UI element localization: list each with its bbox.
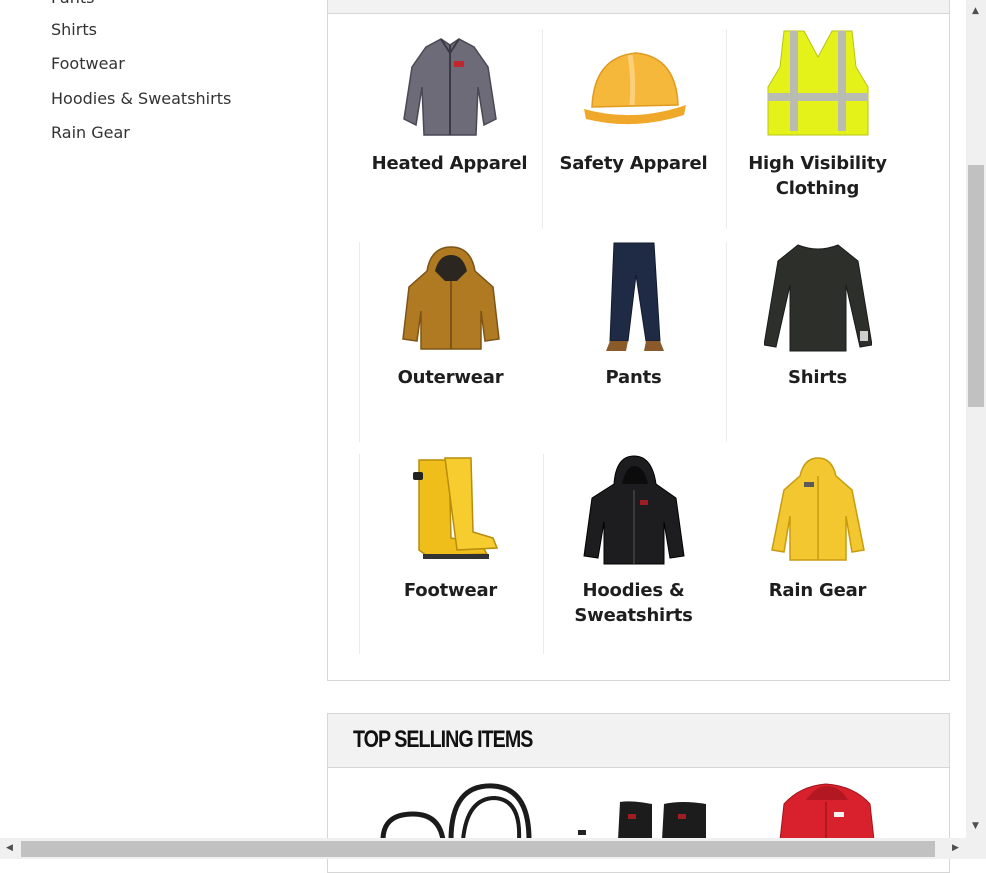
- red-heated-jacket-image[interactable]: [760, 780, 892, 840]
- category-label: Heated Apparel: [371, 153, 528, 174]
- sidebar-item-shirts[interactable]: Shirts: [51, 20, 97, 40]
- sidebar-item-pants[interactable]: Pants: [51, 0, 94, 8]
- knee-pads-image[interactable]: [578, 800, 712, 840]
- scroll-down-arrow-icon[interactable]: ▼: [972, 821, 979, 831]
- category-heated-apparel[interactable]: Heated Apparel: [358, 27, 541, 237]
- category-rain-gear[interactable]: Rain Gear: [726, 454, 909, 664]
- sidebar-item-hoodies-sweatshirts[interactable]: Hoodies & Sweatshirts: [51, 89, 231, 109]
- section-title: TOP SELLING ITEMS: [353, 726, 533, 753]
- category-label: Hoodies & Sweatshirts: [574, 580, 693, 626]
- category-pants[interactable]: Pants: [542, 241, 725, 451]
- category-label: Outerwear: [397, 367, 504, 388]
- outerwear-jacket-image: [402, 246, 500, 350]
- category-label: Footwear: [403, 580, 498, 601]
- panel-header-bar: [328, 0, 949, 14]
- category-label: Pants: [605, 367, 662, 388]
- vertical-scrollbar-thumb[interactable]: [968, 165, 984, 407]
- category-footwear[interactable]: Footwear: [359, 454, 542, 664]
- category-high-visibility-clothing[interactable]: High Visibility Clothing: [726, 27, 909, 237]
- category-label: High Visibility Clothing: [748, 153, 887, 199]
- category-grid-panel: Heated Apparel Safety Apparel High Visib…: [327, 0, 950, 681]
- long-sleeve-shirt-image: [764, 244, 872, 352]
- scroll-right-arrow-icon[interactable]: ▶: [952, 843, 959, 853]
- hard-hat-image: [584, 52, 686, 125]
- heated-jacket-image: [403, 38, 497, 136]
- rubber-boots-image: [413, 457, 499, 559]
- sidebar-item-footwear[interactable]: Footwear: [51, 54, 125, 74]
- scroll-up-arrow-icon[interactable]: ▲: [972, 6, 979, 16]
- category-outerwear[interactable]: Outerwear: [359, 241, 542, 451]
- sidebar-item-rain-gear[interactable]: Rain Gear: [51, 123, 130, 143]
- vertical-scrollbar[interactable]: [966, 0, 986, 838]
- category-label: Rain Gear: [768, 580, 867, 601]
- top-selling-header: TOP SELLING ITEMS: [328, 714, 949, 768]
- category-hoodies-sweatshirts[interactable]: Hoodies & Sweatshirts: [542, 454, 725, 664]
- hi-vis-vest-image: [767, 30, 869, 136]
- hoodie-image: [583, 455, 685, 565]
- scroll-left-arrow-icon[interactable]: ◀: [6, 843, 13, 853]
- category-shirts[interactable]: Shirts: [726, 241, 909, 451]
- category-label: Shirts: [788, 367, 847, 388]
- horizontal-scrollbar-thumb[interactable]: [21, 841, 935, 857]
- category-label: Safety Apparel: [559, 153, 708, 174]
- category-safety-apparel[interactable]: Safety Apparel: [542, 27, 725, 237]
- rain-jacket-image: [771, 457, 865, 561]
- cable-coil-image[interactable]: [373, 780, 533, 840]
- work-pants-image: [606, 242, 664, 351]
